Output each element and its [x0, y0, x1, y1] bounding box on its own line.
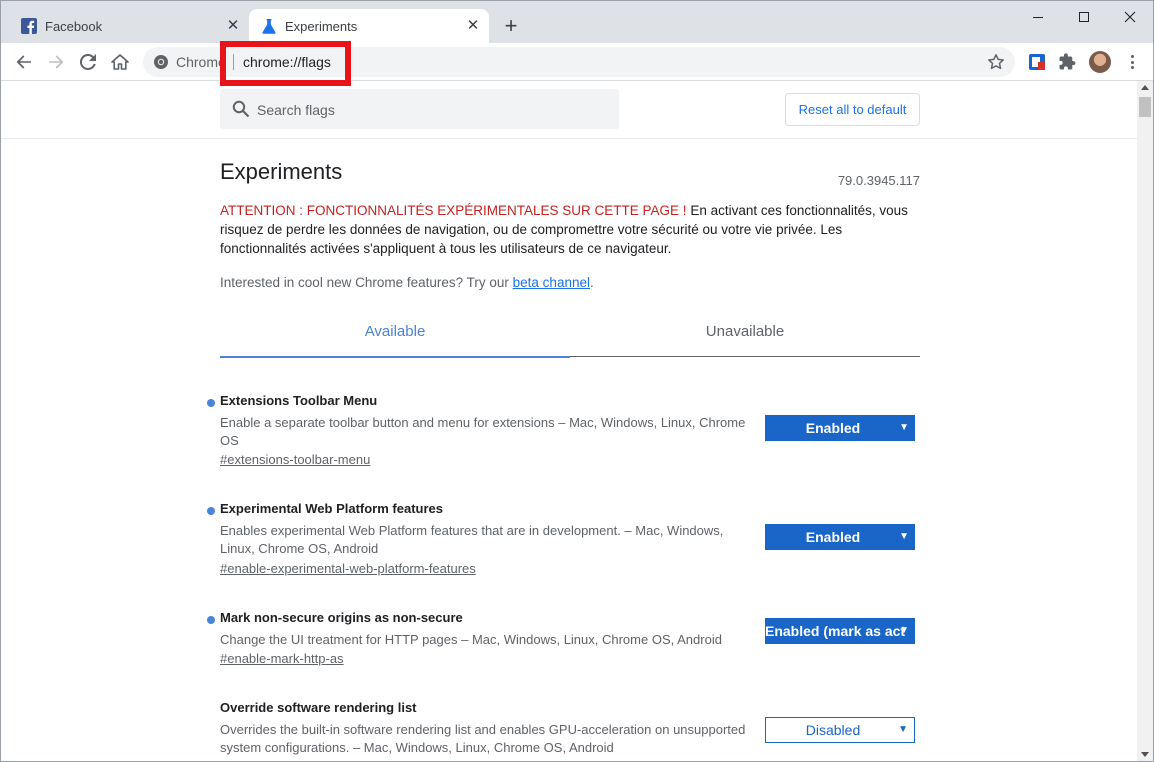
warning-heading: ATTENTION : FONCTIONNALITÉS EXPÉRIMENTAL… — [220, 203, 687, 218]
puzzle-extensions-icon[interactable] — [1058, 52, 1078, 72]
flag-state-value: Enabled — [805, 529, 861, 545]
kebab-menu-icon[interactable] — [1123, 52, 1141, 72]
flag-description: Change the UI treatment for HTTP pages –… — [220, 632, 722, 647]
tab-title: Facebook — [45, 18, 103, 34]
selected-tab-underline — [220, 356, 570, 358]
forward-arrow-icon[interactable] — [43, 49, 69, 75]
scroll-down-arrow-icon[interactable] — [1141, 752, 1149, 757]
url-highlight-annotation — [220, 41, 351, 86]
dropdown-arrow-icon: ▼ — [898, 724, 908, 735]
home-icon[interactable] — [107, 49, 133, 75]
flag-name: Mark non-secure origins as non-secure — [220, 610, 463, 625]
promo-text: Interested in cool new Chrome features? … — [220, 275, 513, 290]
toolbar: Chrome chrome://flags — [1, 43, 1153, 81]
tab-facebook[interactable]: Facebook ✕ — [1, 9, 249, 43]
flag-description: Overrides the built-in software renderin… — [220, 722, 746, 755]
version-label: 79.0.3945.117 — [837, 173, 920, 188]
beta-channel-link[interactable]: beta channel — [513, 275, 590, 290]
tab-title: Experiments — [285, 18, 358, 34]
new-tab-icon[interactable]: + — [499, 15, 523, 39]
flag-state-value: Enabled — [805, 420, 861, 436]
flag-state-select[interactable]: Enabled (mark as act ▼ — [765, 618, 915, 644]
flags-page: Search flags Reset all to default Experi… — [1, 81, 1137, 761]
search-header: Search flags Reset all to default — [1, 81, 1137, 139]
tab-available[interactable]: Available — [220, 323, 570, 340]
search-placeholder: Search flags — [257, 102, 335, 118]
maximize-icon[interactable] — [1061, 1, 1107, 33]
flag-state-value: Disabled — [805, 722, 861, 738]
minimize-icon[interactable] — [1015, 1, 1061, 33]
flag-name: Override software rendering list — [220, 700, 417, 715]
chrome-chip-label: Chrome — [176, 54, 226, 70]
flag-permalink[interactable]: #enable-experimental-web-platform-featur… — [220, 561, 476, 576]
modified-indicator-dot — [207, 399, 215, 407]
back-arrow-icon[interactable] — [11, 49, 37, 75]
flag-name: Extensions Toolbar Menu — [220, 393, 378, 408]
flag-state-value: Enabled (mark as act — [765, 623, 906, 639]
tab-strip: Facebook ✕ Experiments ✕ + — [1, 1, 1153, 43]
search-icon — [232, 100, 250, 118]
scroll-thumb[interactable] — [1139, 97, 1151, 117]
reload-icon[interactable] — [75, 49, 101, 75]
reset-all-button[interactable]: Reset all to default — [785, 93, 920, 126]
dropdown-arrow-icon: ▼ — [899, 625, 909, 636]
facebook-icon — [21, 18, 37, 34]
chrome-logo-icon — [153, 54, 169, 70]
modified-indicator-dot — [207, 616, 215, 624]
bookmark-star-icon[interactable] — [987, 53, 1005, 71]
dropdown-arrow-icon: ▼ — [899, 422, 909, 433]
flag-state-select[interactable]: Disabled ▼ — [765, 717, 915, 743]
flag-state-select[interactable]: Enabled ▼ — [765, 415, 915, 441]
close-tab-icon[interactable]: ✕ — [465, 18, 481, 34]
flag-permalink[interactable]: #extensions-toolbar-menu — [220, 452, 370, 467]
flag-state-select[interactable]: Enabled ▼ — [765, 524, 915, 550]
search-flags-input[interactable]: Search flags — [220, 89, 619, 129]
profile-avatar[interactable] — [1089, 51, 1111, 73]
flask-icon — [261, 18, 277, 34]
warning-text: ATTENTION : FONCTIONNALITÉS EXPÉRIMENTAL… — [220, 201, 920, 258]
modified-indicator-dot — [207, 507, 215, 515]
close-window-icon[interactable] — [1107, 1, 1153, 33]
browser-window: Facebook ✕ Experiments ✕ + Chrome chrome… — [0, 0, 1154, 762]
close-tab-icon[interactable]: ✕ — [225, 18, 241, 34]
flag-permalink[interactable]: #enable-mark-http-as — [220, 651, 344, 666]
scroll-up-arrow-icon[interactable] — [1141, 85, 1149, 90]
tab-unavailable[interactable]: Unavailable — [570, 323, 920, 340]
flag-name: Experimental Web Platform features — [220, 501, 443, 516]
flags-tabs: Available Unavailable — [220, 311, 920, 358]
page-title: Experiments — [220, 159, 343, 184]
flag-description: Enable a separate toolbar button and men… — [220, 415, 746, 448]
dropdown-arrow-icon: ▼ — [899, 531, 909, 542]
extension-badge-icon[interactable] — [1027, 52, 1047, 72]
tab-experiments[interactable]: Experiments ✕ — [249, 9, 489, 43]
flag-description: Enables experimental Web Platform featur… — [220, 523, 724, 556]
beta-channel-promo: Interested in cool new Chrome features? … — [220, 275, 594, 290]
page-scrollbar[interactable] — [1137, 81, 1153, 761]
promo-suffix: . — [589, 275, 594, 290]
